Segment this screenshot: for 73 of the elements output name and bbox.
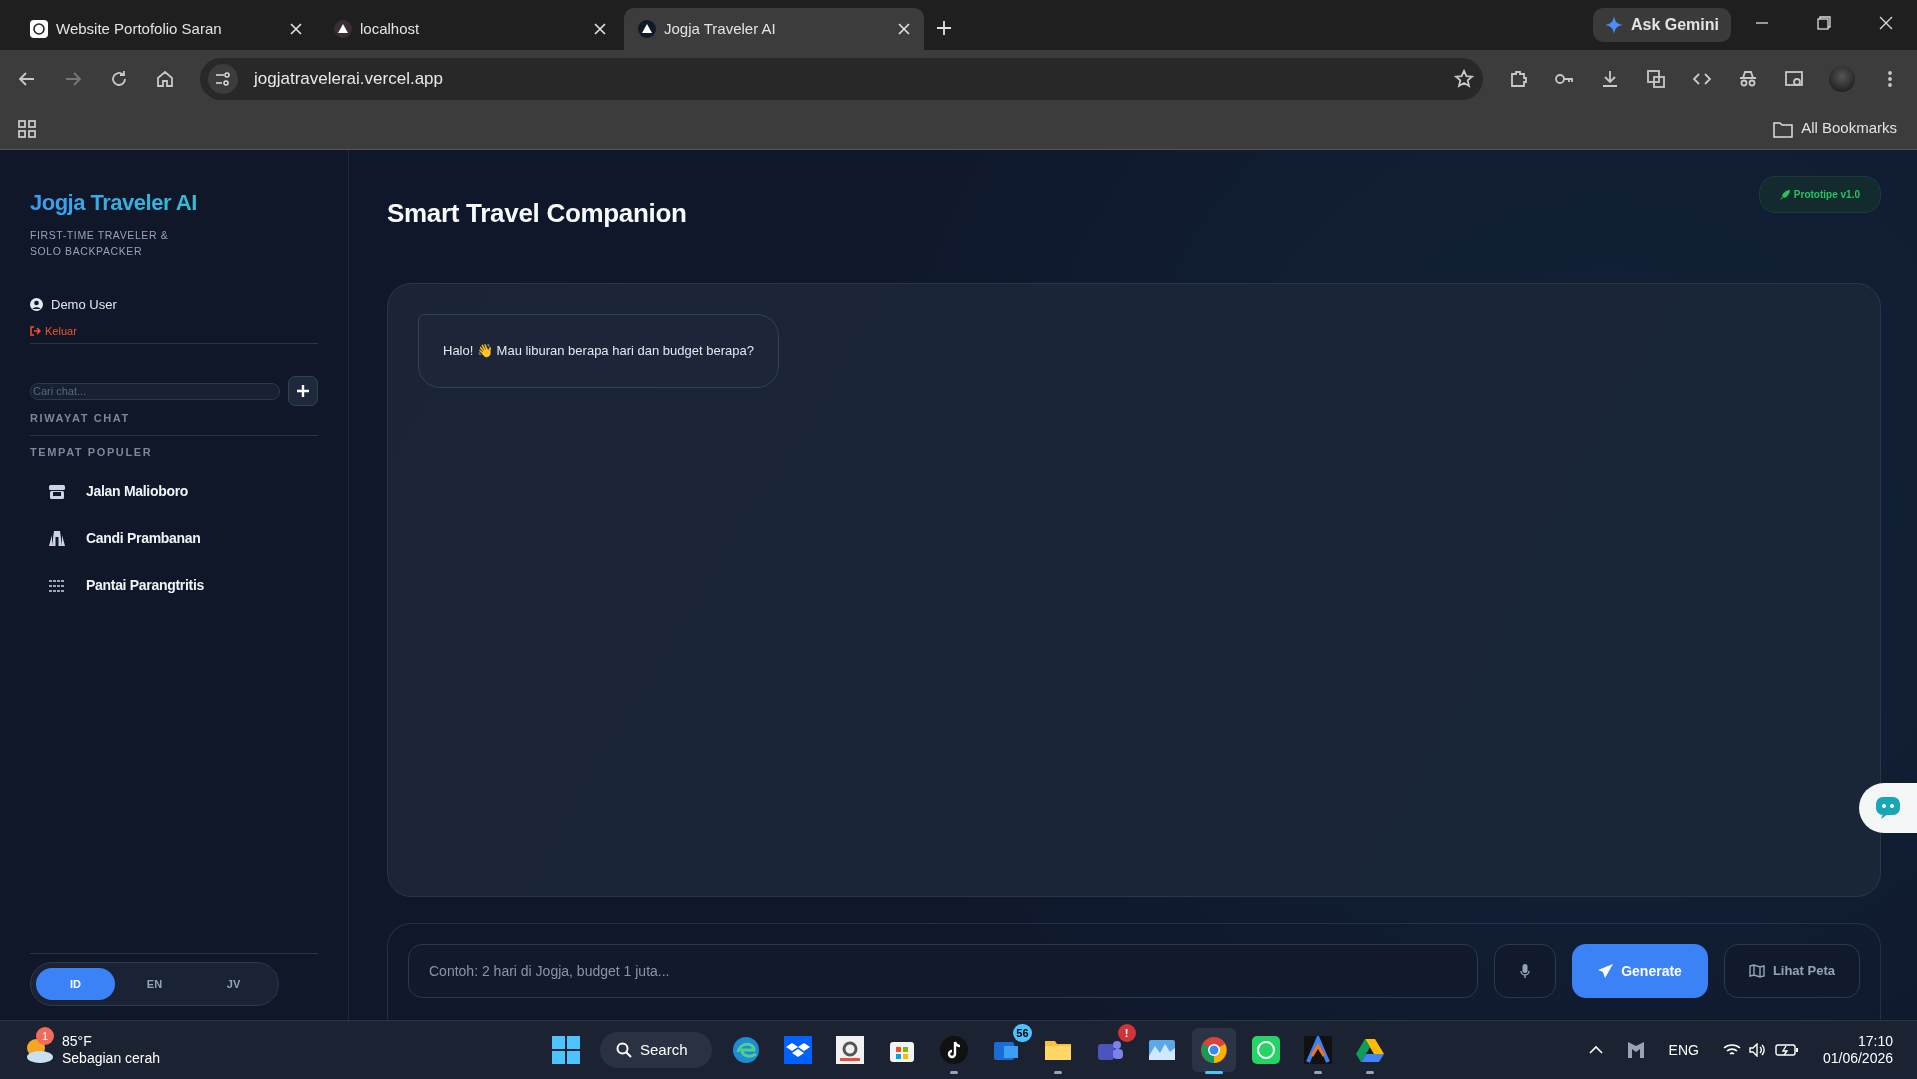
send-icon: [1598, 964, 1614, 978]
close-icon: [1879, 16, 1893, 30]
logout-link[interactable]: Keluar: [30, 322, 318, 343]
star-icon[interactable]: [1453, 68, 1475, 90]
map-icon: [1748, 964, 1765, 978]
plus-icon: [936, 20, 952, 37]
close-icon: [290, 23, 302, 35]
folder-icon: [1773, 119, 1794, 138]
version-badge: Prototipe v1.0: [1758, 176, 1881, 213]
page-title: Smart Travel Companion: [387, 197, 687, 230]
browser-tab[interactable]: Jogja Traveler AI: [624, 8, 924, 50]
knot-icon: [30, 20, 48, 38]
site-settings-icon[interactable]: [208, 64, 238, 94]
temple-icon: [49, 531, 65, 546]
home-icon[interactable]: [154, 68, 176, 90]
chat-bubble-icon: [1875, 796, 1901, 820]
battery-icon: [1774, 1043, 1799, 1057]
place-item[interactable]: Jalan Malioboro: [30, 468, 318, 515]
clock-date: 01/06/2026: [1822, 1050, 1893, 1068]
all-bookmarks-button[interactable]: All Bookmarks: [1773, 117, 1901, 140]
language-toggle[interactable]: ID: [36, 968, 115, 1000]
weather-condition: Sebagian cerah: [62, 1050, 161, 1068]
microphone-icon: [1520, 964, 1531, 978]
place-item[interactable]: Pantai Parangtritis: [30, 562, 318, 609]
ask-gemini-button[interactable]: Ask Gemini: [1592, 8, 1731, 42]
chat-message: Halo! 👋 Mau liburan berapa hari dan budget berapa?: [418, 314, 779, 388]
close-icon: [594, 23, 606, 35]
translate-icon[interactable]: [1645, 68, 1667, 90]
apps-grid-icon[interactable]: [16, 117, 38, 140]
notification-badge: 1: [36, 1026, 54, 1045]
language-toggle[interactable]: EN: [115, 968, 194, 1000]
view-map-button[interactable]: Lihat Peta: [1723, 944, 1860, 998]
drive-icon: [1355, 1036, 1384, 1064]
plus-icon: [296, 384, 310, 398]
taskbar-search[interactable]: Search: [600, 1032, 712, 1068]
arch-icon: [1303, 1036, 1332, 1064]
waves-icon: [49, 579, 65, 592]
browser-wave-icon: [731, 1036, 760, 1064]
browser-tab[interactable]: Website Portofolio Saran: [16, 8, 316, 50]
place-item[interactable]: Candi Prambanan: [30, 515, 318, 562]
storefront-icon: [49, 484, 65, 499]
chevron-up-icon: [1588, 1045, 1603, 1055]
user-icon: [30, 298, 43, 312]
generate-button[interactable]: Generate: [1572, 944, 1708, 998]
notification-badge: 56: [1013, 1024, 1032, 1042]
tagline: FIRST-TIME TRAVELER & SOLO BACKPACKER: [30, 228, 170, 259]
notification-badge: !: [1117, 1024, 1136, 1042]
letter-tile-icon: [835, 1036, 864, 1064]
user-name: Demo User: [51, 296, 117, 314]
sparkle-icon: [1604, 16, 1623, 34]
logout-icon: [30, 325, 41, 336]
browser-tab[interactable]: localhost: [320, 8, 620, 50]
taskbar-app[interactable]: [1191, 1028, 1236, 1072]
box-app-icon: [783, 1036, 812, 1064]
temperature: 85°F: [62, 1032, 93, 1050]
wifi-icon: [1722, 1043, 1741, 1057]
language-toggle[interactable]: JV: [194, 968, 273, 1000]
speaker-icon: [1748, 1043, 1767, 1057]
search-field[interactable]: Cari chat...: [30, 382, 280, 400]
chat-widget-button[interactable]: [1859, 783, 1917, 833]
chrome-icon: [1199, 1036, 1228, 1064]
new-chat-button[interactable]: [288, 376, 318, 406]
section-heading: RIWAYAT CHAT: [30, 411, 131, 426]
close-icon: [898, 23, 910, 35]
chat-input[interactable]: Contoh: 2 hari di Jogja, budget 1 juta...: [408, 944, 1479, 998]
search-icon: [616, 1042, 632, 1058]
phone-chat-icon: [1251, 1036, 1280, 1064]
input-language[interactable]: ENG: [1668, 1039, 1699, 1061]
windows-logo-icon: [552, 1036, 580, 1064]
restore-icon: [1817, 16, 1831, 30]
section-heading: TEMPAT POPULER: [30, 444, 154, 460]
music-note-icon: [939, 1036, 968, 1064]
clock-time: 17:10: [1856, 1032, 1893, 1050]
